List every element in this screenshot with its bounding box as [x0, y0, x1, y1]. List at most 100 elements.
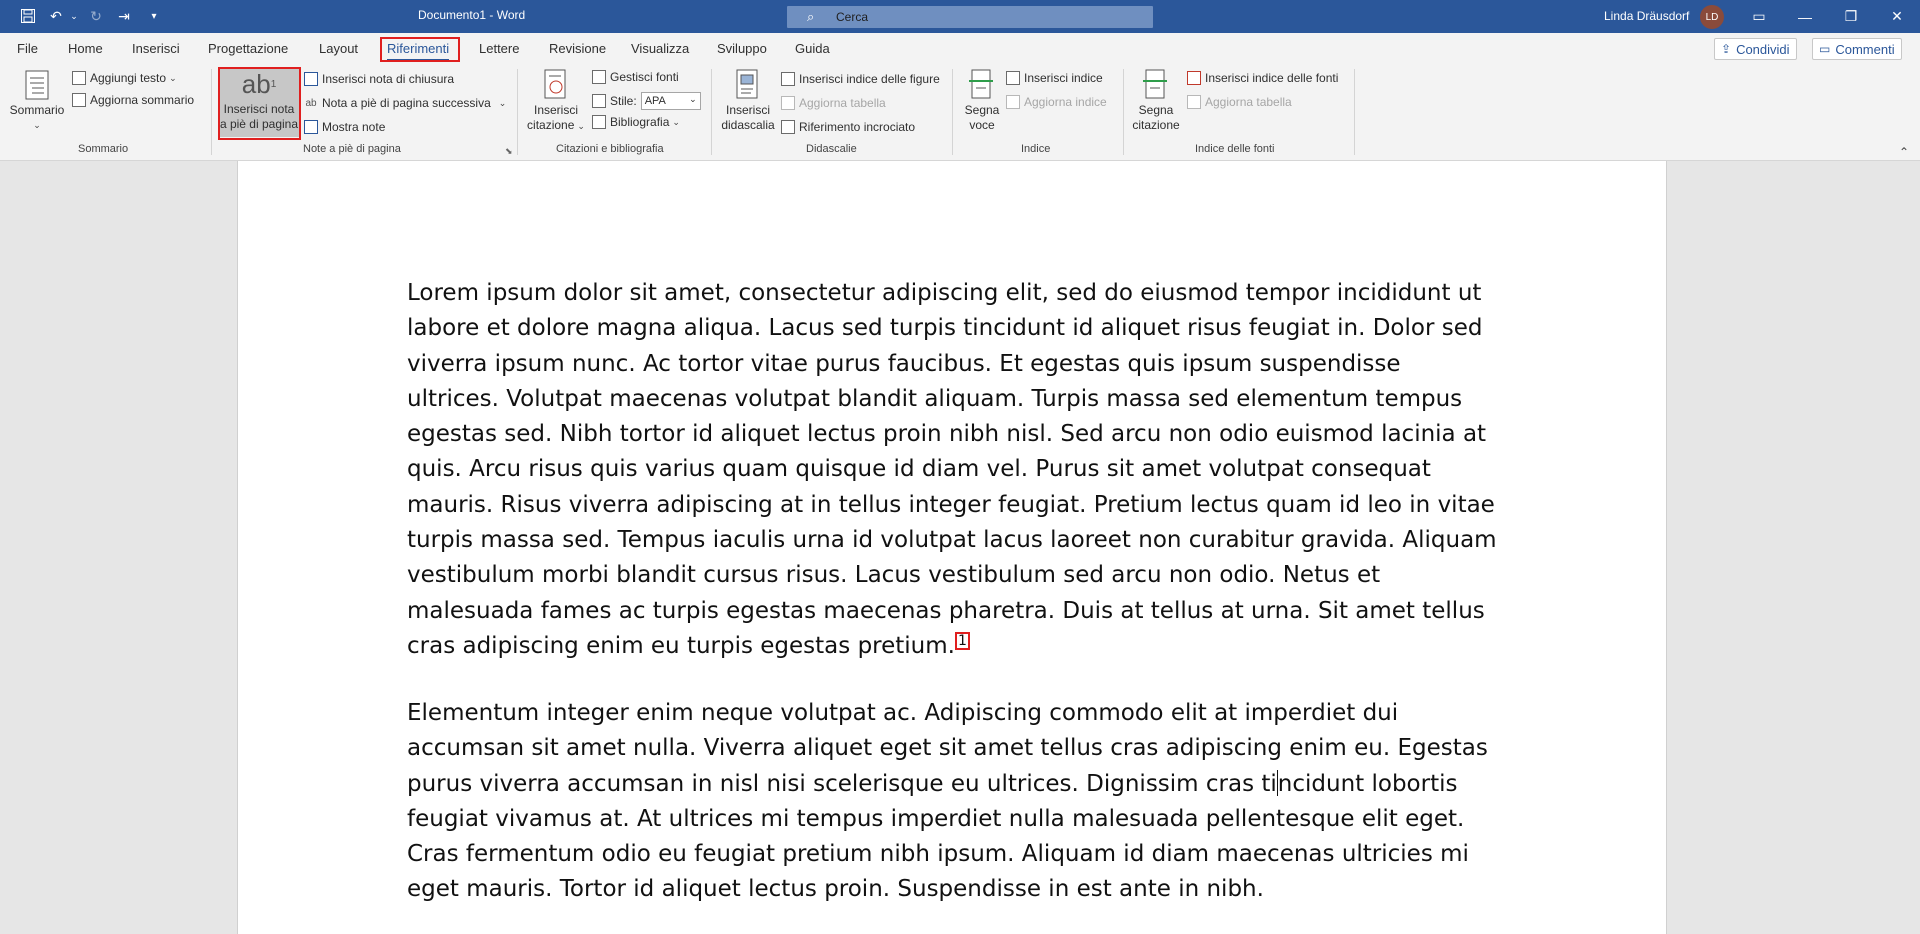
comments-button[interactable]: ▭ Commenti: [1812, 38, 1902, 60]
chevron-down-icon: ⌄: [689, 94, 697, 104]
search-placeholder: Cerca: [836, 10, 869, 24]
add-text-icon: [72, 71, 86, 85]
cross-reference-icon: [781, 120, 795, 134]
ribbon: Sommario ⌄ Aggiungi testo ⌄ Aggiorna somm…: [0, 65, 1920, 161]
update-index-button[interactable]: Aggiorna indice: [1006, 95, 1107, 109]
group-divider: [952, 69, 953, 155]
tab-inserisci[interactable]: Inserisci: [132, 41, 180, 56]
update-authorities-icon: [1187, 95, 1201, 109]
mark-entry-icon: [966, 68, 998, 102]
insert-endnote-button[interactable]: Inserisci nota di chiusura: [304, 72, 454, 86]
minimize-icon[interactable]: —: [1782, 0, 1828, 33]
mark-citation-label-2: citazione: [1132, 118, 1180, 132]
tab-visualizza[interactable]: Visualizza: [631, 41, 689, 56]
insert-index-label: Inserisci indice: [1024, 71, 1103, 85]
tab-revisione[interactable]: Revisione: [549, 41, 606, 56]
chevron-down-icon: ⌄: [672, 116, 680, 127]
ribbon-display-options-icon[interactable]: ▭: [1736, 0, 1782, 33]
tab-file[interactable]: File: [17, 41, 38, 56]
manage-sources-button[interactable]: Gestisci fonti: [592, 70, 679, 84]
table-of-contents-button[interactable]: Sommario ⌄: [8, 68, 66, 133]
collapse-ribbon-icon[interactable]: ⌃: [1899, 145, 1909, 159]
document-page[interactable]: Lorem ipsum dolor sit amet, consectetur …: [237, 161, 1667, 934]
show-notes-button[interactable]: Mostra note: [304, 120, 385, 134]
next-footnote-label: Nota a piè di pagina successiva: [322, 96, 491, 110]
tab-progettazione[interactable]: Progettazione: [208, 41, 288, 56]
update-authorities-table-button[interactable]: Aggiorna tabella: [1187, 95, 1292, 109]
group-label-indice-fonti: Indice delle fonti: [1195, 143, 1275, 155]
insert-caption-label-2: didascalia: [721, 118, 775, 132]
document-title: Documento1 - Word: [418, 8, 526, 22]
group-divider: [211, 69, 212, 155]
cross-reference-button[interactable]: Riferimento incrociato: [781, 120, 915, 134]
mark-entry-button[interactable]: Segna voce: [961, 68, 1003, 133]
tab-home[interactable]: Home: [68, 41, 103, 56]
style-control: Stile: APA ⌄: [592, 92, 701, 110]
group-label-sommario: Sommario: [78, 143, 129, 155]
table-of-figures-icon: [781, 72, 795, 86]
add-text-button[interactable]: Aggiungi testo ⌄: [72, 71, 177, 85]
update-index-label: Aggiorna indice: [1024, 95, 1107, 109]
bibliography-label: Bibliografia: [610, 115, 670, 129]
group-divider: [517, 69, 518, 155]
insert-caption-label-1: Inserisci: [725, 103, 770, 117]
style-value: APA: [644, 95, 666, 107]
insert-index-button[interactable]: Inserisci indice: [1006, 71, 1103, 85]
ribbon-tabs: File Home Inserisci Progettazione Layout…: [0, 33, 1920, 65]
paragraph-2[interactable]: Elementum integer enim neque volutpat ac…: [407, 696, 1497, 908]
mark-entry-label-1: Segna: [964, 103, 1000, 117]
next-footnote-icon: ab: [305, 97, 317, 109]
title-bar: ↶ ⌄ ↻ ⇥ ▾ Documento1 - Word ⌕ Cerca Lind…: [0, 0, 1920, 33]
group-divider: [711, 69, 712, 155]
insert-citation-label-1: Inserisci: [533, 103, 578, 117]
undo-icon[interactable]: ↶: [46, 6, 66, 26]
tab-layout[interactable]: Layout: [319, 41, 358, 56]
tab-sviluppo[interactable]: Sviluppo: [717, 41, 767, 56]
mark-citation-button[interactable]: Segna citazione: [1131, 68, 1181, 133]
avatar[interactable]: LD: [1700, 5, 1724, 29]
paragraph-1[interactable]: Lorem ipsum dolor sit amet, consectetur …: [407, 276, 1497, 664]
mark-entry-label-2: voce: [969, 118, 995, 132]
tab-lettere[interactable]: Lettere: [479, 41, 519, 56]
save-icon[interactable]: [18, 6, 38, 26]
undo-dropdown-icon[interactable]: ⌄: [64, 6, 84, 26]
bibliography-button[interactable]: Bibliografia ⌄: [592, 115, 680, 129]
insert-citation-button[interactable]: Inserisci citazione ⌄: [526, 68, 586, 134]
paragraph-1-text: Lorem ipsum dolor sit amet, consectetur …: [407, 280, 1497, 659]
dialog-launcher-icon[interactable]: ⬊: [505, 146, 513, 157]
restore-icon[interactable]: ❐: [1828, 0, 1874, 33]
update-toc-label: Aggiorna sommario: [90, 93, 195, 107]
insert-caption-button[interactable]: Inserisci didascalia: [719, 68, 777, 133]
share-label: Condividi: [1736, 41, 1790, 57]
document-canvas: Lorem ipsum dolor sit amet, consectetur …: [0, 161, 1920, 934]
update-table-of-contents-button[interactable]: Aggiorna sommario: [72, 93, 194, 107]
insert-table-of-authorities-button[interactable]: Inserisci indice delle fonti: [1187, 71, 1338, 85]
insert-citation-label-2: citazione ⌄: [527, 118, 585, 134]
group-label-indice: Indice: [1021, 143, 1051, 155]
update-table-button[interactable]: Aggiorna tabella: [781, 96, 886, 110]
share-button[interactable]: ⇪ Condividi: [1714, 38, 1797, 60]
insert-table-of-figures-button[interactable]: Inserisci indice delle figure: [781, 72, 940, 86]
insert-table-of-authorities-label: Inserisci indice delle fonti: [1205, 71, 1339, 85]
bibliography-icon: [592, 115, 606, 129]
group-label-didascalie: Didascalie: [806, 143, 857, 155]
update-index-icon: [1006, 95, 1020, 109]
comments-label: Commenti: [1835, 41, 1895, 57]
style-label: Stile:: [610, 94, 637, 108]
redo-icon[interactable]: ↻: [86, 6, 106, 26]
insert-endnote-label: Inserisci nota di chiusura: [322, 72, 455, 86]
group-label-note: Note a piè di pagina: [303, 143, 401, 155]
insert-citation-icon: [540, 68, 572, 102]
show-notes-label: Mostra note: [322, 120, 386, 134]
customize-icon[interactable]: ⇥: [114, 6, 134, 26]
quick-access-menu-icon[interactable]: ▾: [144, 6, 164, 26]
user-name[interactable]: Linda Dräusdorf: [1604, 9, 1689, 23]
style-select[interactable]: APA ⌄: [640, 92, 701, 110]
footnote-reference[interactable]: 1: [954, 631, 970, 650]
close-icon[interactable]: ✕: [1874, 0, 1920, 33]
search-box[interactable]: ⌕ Cerca: [787, 6, 1153, 28]
table-of-contents-label: Sommario: [9, 103, 65, 117]
chevron-down-icon: ⌄: [577, 121, 585, 131]
tab-guida[interactable]: Guida: [795, 41, 830, 56]
next-footnote-button[interactable]: ab Nota a piè di pagina successiva ⌄: [304, 96, 506, 110]
